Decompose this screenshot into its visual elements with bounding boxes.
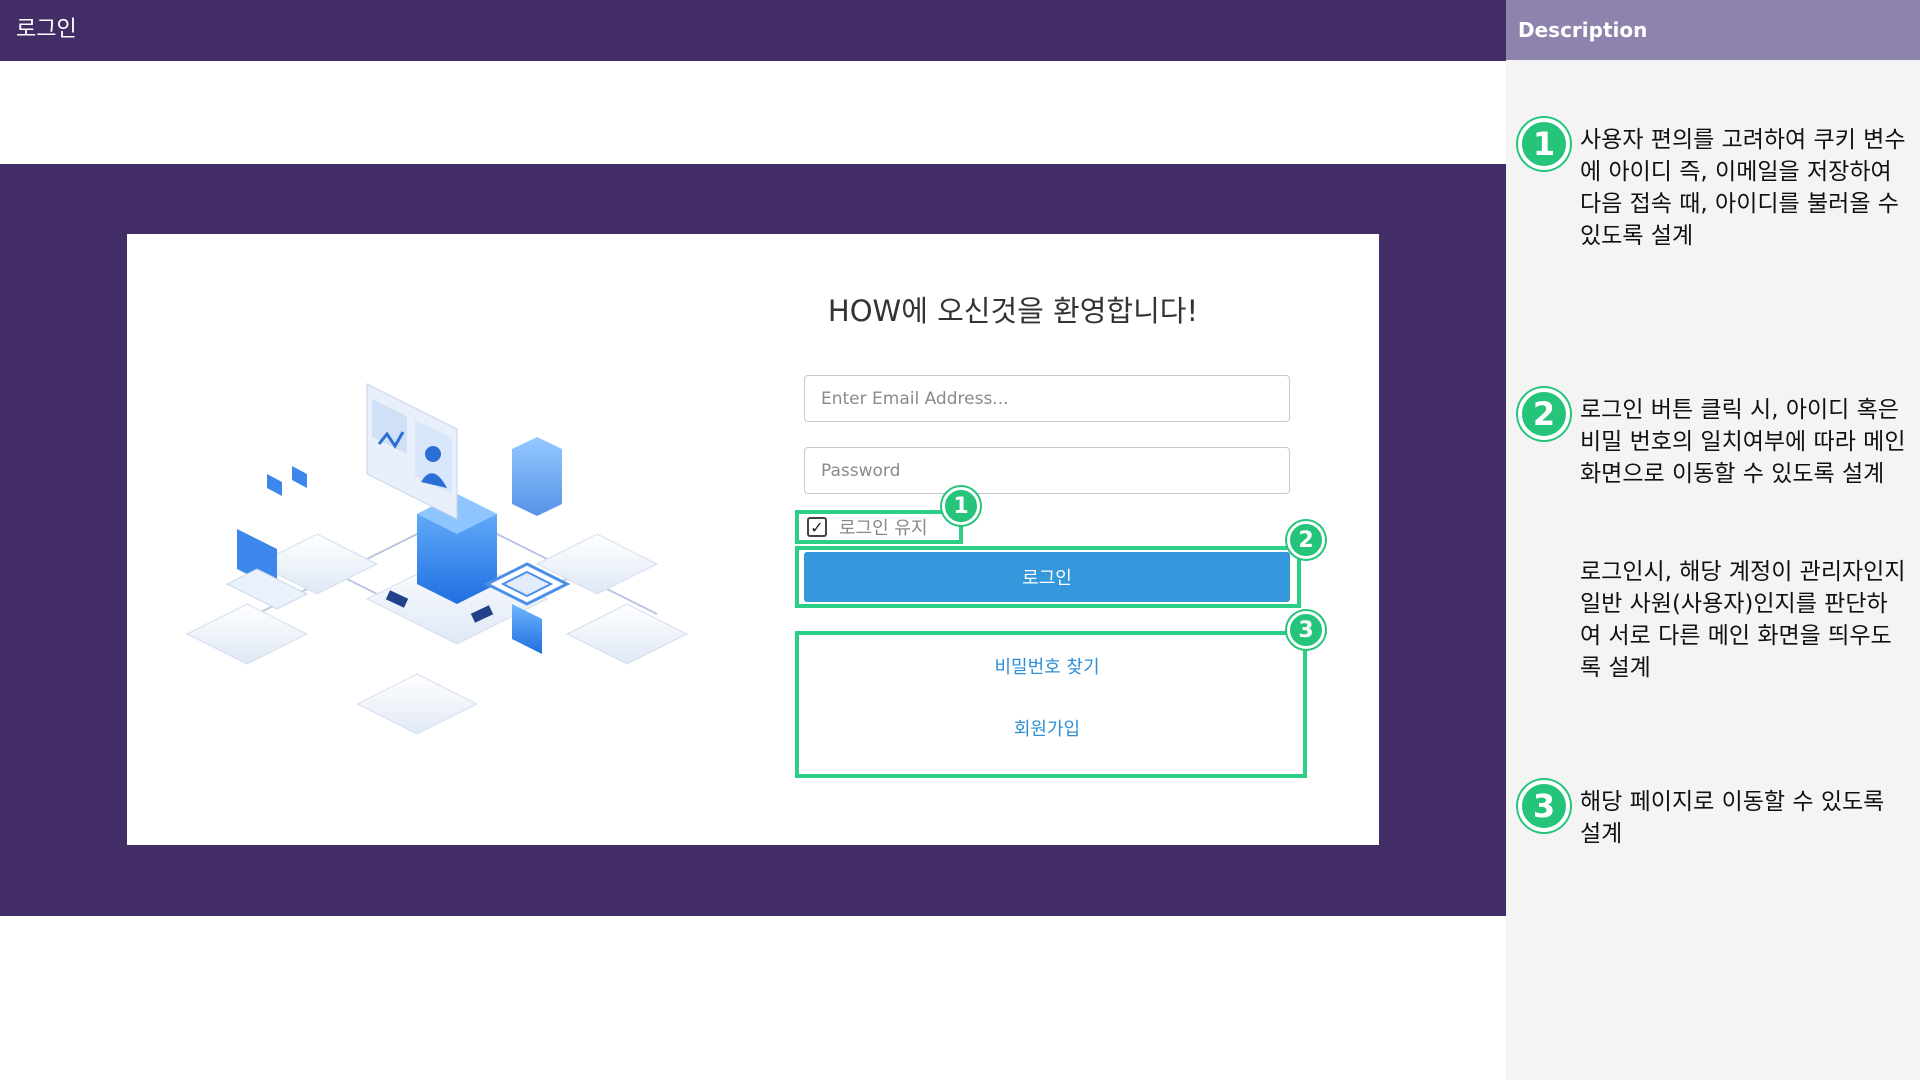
annotation-box-1 — [795, 510, 963, 544]
welcome-heading: HOW에 오신것을 환영합니다! — [827, 294, 1199, 328]
description-item-1: 1 사용자 편의를 고려하여 쿠키 변수에 아이디 즉, 이메일을 저장하여 다… — [1518, 118, 1913, 258]
email-input[interactable] — [804, 375, 1290, 422]
description-item-3: 3 해당 페이지로 이동할 수 있도록 설계 — [1518, 780, 1913, 870]
top-bar: 로그인 — [0, 0, 1506, 61]
server-network-illustration — [185, 383, 689, 734]
annotation-badge-2: 2 — [1287, 521, 1325, 559]
description-badge-1: 1 — [1518, 118, 1570, 170]
page-title: 로그인 — [16, 17, 77, 42]
annotation-box-3 — [795, 631, 1307, 778]
password-input[interactable] — [804, 447, 1290, 494]
description-panel: Description 1 사용자 편의를 고려하여 쿠키 변수에 아이디 즉,… — [1506, 0, 1920, 1080]
description-text-1: 사용자 편의를 고려하여 쿠키 변수에 아이디 즉, 이메일을 저장하여 다음 … — [1580, 127, 1906, 249]
description-text-2: 로그인 버튼 클릭 시, 아이디 혹은 비밀 번호의 일치여부에 따라 메인화면… — [1580, 397, 1906, 487]
annotation-box-2 — [795, 546, 1301, 608]
description-item-2: 2 로그인 버튼 클릭 시, 아이디 혹은 비밀 번호의 일치여부에 따라 메인… — [1518, 388, 1913, 708]
annotation-badge-1: 1 — [942, 487, 980, 525]
login-card: HOW에 오신것을 환영합니다! ✓ 로그인 유지 로그인 비밀번호 찾기 회원… — [127, 234, 1379, 845]
description-badge-2: 2 — [1518, 388, 1570, 440]
description-header: Description — [1506, 0, 1920, 60]
description-text-2b: 로그인시, 해당 계정이 관리자인지 일반 사원(사용자)인지를 판단하여 서로… — [1580, 559, 1906, 681]
annotation-badge-3: 3 — [1287, 611, 1325, 649]
description-text-3: 해당 페이지로 이동할 수 있도록 설계 — [1580, 789, 1885, 847]
description-badge-3: 3 — [1518, 780, 1570, 832]
login-background: HOW에 오신것을 환영합니다! ✓ 로그인 유지 로그인 비밀번호 찾기 회원… — [0, 164, 1506, 916]
